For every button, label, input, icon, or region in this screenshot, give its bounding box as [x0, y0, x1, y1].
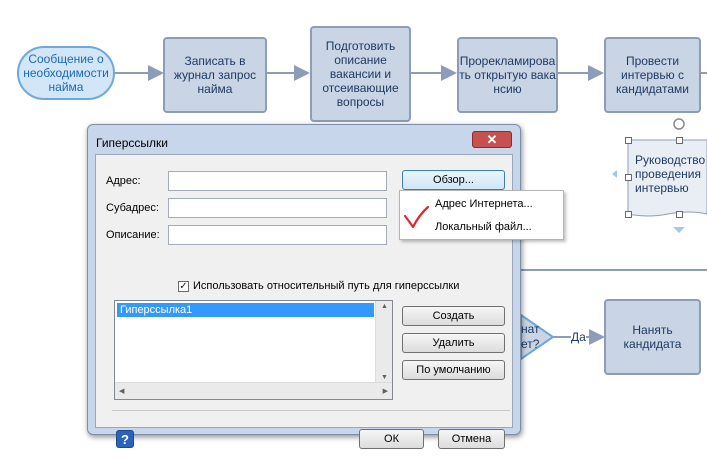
- list-item[interactable]: Гиперссылка1: [117, 303, 374, 317]
- hyperlinks-dialog: Гиперссылки ✕ Адрес: Субадрес: Описание:…: [87, 124, 521, 449]
- relative-path-label: Использовать относительный путь для гипе…: [193, 280, 460, 292]
- scroll-right-icon[interactable]: ▶: [383, 387, 388, 395]
- process-node-interview[interactable]: Провести интервью с кандидатами: [604, 37, 701, 113]
- process-node-advertise[interactable]: Прорекламировать открытую вакансию: [457, 37, 558, 113]
- scroll-down-icon[interactable]: ▼: [381, 374, 388, 381]
- process-node-text: Записать в журнал запрос найма: [173, 54, 257, 96]
- close-icon: ✕: [486, 131, 498, 147]
- help-button[interactable]: ?: [116, 430, 134, 448]
- hyperlinks-list[interactable]: Гиперссылка1 ▲ ▼ ◀ ▶: [114, 300, 393, 400]
- process-node-log-request[interactable]: Записать в журнал запрос найма: [163, 37, 267, 113]
- start-node-text: Сообщение о необходимости найма: [23, 52, 109, 94]
- default-button[interactable]: По умолчанию: [402, 360, 505, 380]
- decision-node-text: ет?: [521, 337, 540, 351]
- ok-button[interactable]: ОК: [359, 429, 424, 449]
- address-input[interactable]: [168, 171, 387, 191]
- process-node-hire[interactable]: Нанять кандидата: [604, 299, 701, 375]
- subaddress-label: Субадрес:: [106, 202, 159, 214]
- selection-handle[interactable]: [676, 137, 683, 144]
- subaddress-input[interactable]: [168, 198, 387, 218]
- decision-node-text: нат: [521, 322, 540, 336]
- description-label: Описание:: [106, 229, 160, 241]
- delete-button[interactable]: Удалить: [402, 333, 505, 353]
- relative-path-checkbox[interactable]: ✓: [178, 281, 189, 292]
- document-node-interview-guide[interactable]: Руководство проведения интервью: [629, 141, 707, 207]
- create-button[interactable]: Создать: [402, 306, 505, 326]
- process-node-text: Нанять кандидата: [623, 323, 682, 351]
- selection-handle[interactable]: [676, 211, 683, 218]
- browse-button[interactable]: Обзор...: [402, 170, 505, 190]
- description-input[interactable]: [168, 225, 387, 245]
- process-node-prepare-description[interactable]: Подготовить описание вакансии и отсеиваю…: [310, 26, 411, 122]
- help-icon: ?: [121, 431, 129, 447]
- selection-handle[interactable]: [625, 137, 632, 144]
- dialog-title: Гиперссылки: [96, 136, 168, 150]
- start-node[interactable]: Сообщение о необходимости найма: [17, 46, 115, 100]
- scroll-left-icon[interactable]: ◀: [119, 387, 124, 395]
- process-node-text: Прорекламировать открытую вакансию: [459, 54, 556, 96]
- checkmark-annotation-icon: [403, 205, 430, 229]
- horizontal-scrollbar[interactable]: ◀ ▶: [115, 382, 392, 399]
- menu-item-internet-address[interactable]: Адрес Интернета...: [435, 198, 533, 210]
- cancel-button[interactable]: Отмена: [438, 429, 505, 449]
- close-button[interactable]: ✕: [472, 131, 512, 148]
- process-node-text: Подготовить описание вакансии и отсеиваю…: [322, 39, 399, 109]
- menu-item-local-file[interactable]: Локальный файл...: [435, 221, 532, 233]
- process-node-text: Провести интервью с кандидатами: [616, 54, 689, 96]
- selection-handle[interactable]: [625, 174, 632, 181]
- vertical-scrollbar[interactable]: ▲ ▼: [375, 301, 392, 383]
- divider: [112, 410, 510, 411]
- address-label: Адрес:: [106, 175, 141, 187]
- document-node-text: Руководство проведения интервью: [635, 153, 706, 195]
- selection-handle[interactable]: [625, 211, 632, 218]
- yes-connector-label: Да: [571, 330, 586, 344]
- scroll-up-icon[interactable]: ▲: [381, 303, 388, 310]
